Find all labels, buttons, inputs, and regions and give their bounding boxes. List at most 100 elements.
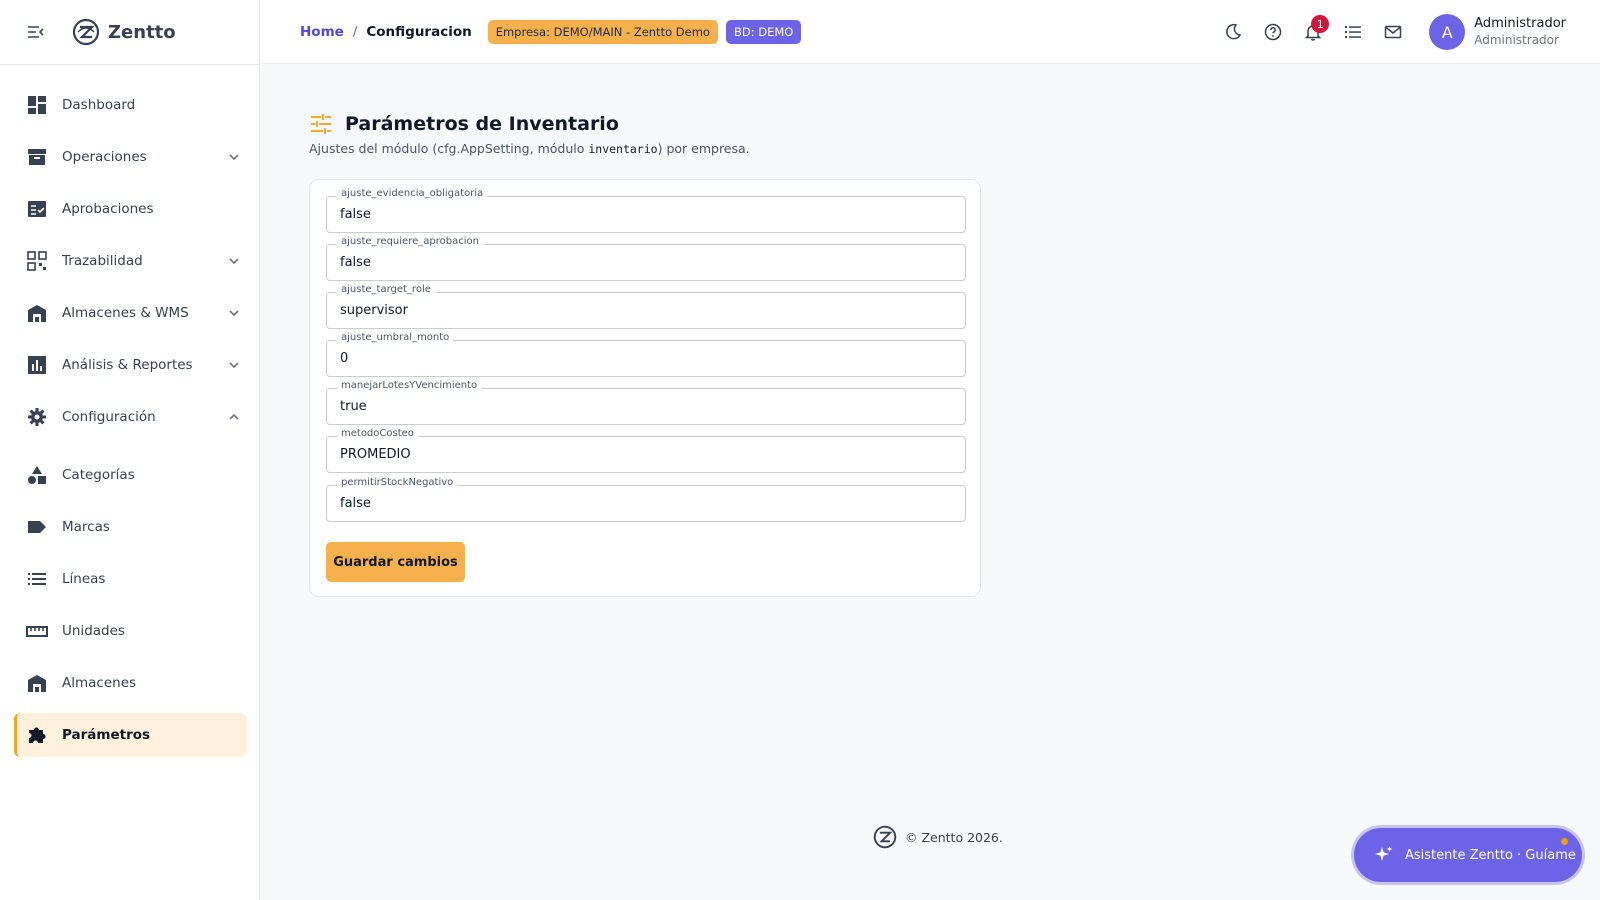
help-icon[interactable] <box>1253 12 1293 52</box>
setting-input-ajuste-target-role[interactable] <box>340 293 950 328</box>
sidebar-item-analisis-reportes[interactable]: Análisis & Reportes <box>14 343 247 387</box>
brand-bar: Zentto <box>0 0 259 65</box>
warehouse-icon <box>26 672 48 694</box>
chevron-down-icon <box>229 258 239 265</box>
assistant-status-dot <box>1561 838 1568 845</box>
sidebar-item-label: Análisis & Reportes <box>62 357 193 373</box>
main-content: Parámetros de Inventario Ajustes del mód… <box>261 65 1600 900</box>
page-title-row: Parámetros de Inventario <box>309 112 619 136</box>
chevron-down-icon <box>229 362 239 369</box>
warehouse-icon <box>26 302 48 324</box>
user-menu[interactable]: A Administrador Administrador <box>1429 14 1566 50</box>
app-name: Zentto <box>108 21 176 43</box>
setting-input-ajuste-umbral-monto[interactable] <box>340 341 950 376</box>
zentto-logo-icon <box>873 825 897 849</box>
user-names: Administrador Administrador <box>1474 16 1566 47</box>
setting-input-ajuste-evidencia-obligatoria[interactable] <box>340 197 950 232</box>
tag-icon <box>26 516 48 538</box>
sidebar-item-label: Categorías <box>62 467 135 483</box>
sidebar-item-label: Configuración <box>62 409 156 425</box>
setting-field: permitirStockNegativo <box>326 477 966 522</box>
sidebar-item-label: Trazabilidad <box>62 253 143 269</box>
collapse-menu-icon[interactable] <box>26 22 46 42</box>
chart-icon <box>26 354 48 376</box>
list-icon <box>26 568 48 590</box>
ruler-icon <box>26 620 48 642</box>
sidebar-item-lineas[interactable]: Líneas <box>14 557 247 601</box>
setting-field: ajuste_target_role <box>326 284 966 329</box>
setting-field: metodoCosteo <box>326 428 966 473</box>
sidebar-item-operaciones[interactable]: Operaciones <box>14 135 247 179</box>
setting-input-permitir-stock-negativo[interactable] <box>340 486 950 521</box>
gear-icon <box>26 406 48 428</box>
sidebar-item-label: Operaciones <box>62 149 147 165</box>
task-list-icon[interactable] <box>1333 12 1373 52</box>
user-name: Administrador <box>1474 16 1566 32</box>
sidebar-item-parametros[interactable]: Parámetros <box>14 713 247 757</box>
tune-sliders-icon <box>311 114 331 134</box>
sidebar-item-almacenes-wms[interactable]: Almacenes & WMS <box>14 291 247 335</box>
zentto-logo-icon <box>72 18 100 46</box>
sidebar-item-aprobaciones[interactable]: Aprobaciones <box>14 187 247 231</box>
chevron-down-icon <box>229 310 239 317</box>
subtitle-module-code: inventario <box>588 142 658 156</box>
setting-field: ajuste_requiere_aprobacion <box>326 236 966 281</box>
user-role: Administrador <box>1474 32 1559 47</box>
sparkle-icon <box>1375 846 1393 861</box>
notifications-bell-icon[interactable]: 1 <box>1293 12 1333 52</box>
sidebar-item-dashboard[interactable]: Dashboard <box>14 83 247 127</box>
sidebar-item-trazabilidad[interactable]: Trazabilidad <box>14 239 247 283</box>
sidebar-item-categorias[interactable]: Categorías <box>14 453 247 497</box>
header-actions: 1 A Administrador Administrador <box>1213 0 1600 64</box>
setting-input-ajuste-requiere-aprobacion[interactable] <box>340 245 950 280</box>
chevron-up-icon <box>229 413 239 420</box>
subtitle-prefix: Ajustes del módulo (cfg.AppSetting, módu… <box>309 141 589 156</box>
breadcrumb-current: Configuracion <box>366 23 472 40</box>
setting-input-metodo-costeo[interactable] <box>340 437 950 472</box>
mail-icon[interactable] <box>1373 12 1413 52</box>
sidebar-item-label: Líneas <box>62 571 106 587</box>
setting-field: ajuste_evidencia_obligatoria <box>326 188 966 233</box>
settings-card: ajuste_evidencia_obligatoria ajuste_requ… <box>309 179 981 597</box>
chevron-down-icon <box>229 154 239 161</box>
empresa-chip[interactable]: Empresa: DEMO/MAIN - Zentto Demo <box>487 19 718 44</box>
shapes-icon <box>26 464 48 486</box>
qr-icon <box>26 250 48 272</box>
setting-field: manejarLotesYVencimiento <box>326 380 966 425</box>
sidebar-item-label: Aprobaciones <box>62 201 154 217</box>
subtitle-suffix: ) por empresa. <box>657 141 750 156</box>
sidebar-item-label: Marcas <box>62 519 110 535</box>
sidebar-item-label: Parámetros <box>62 727 151 743</box>
top-header: Home / Configuracion Empresa: DEMO/MAIN … <box>261 0 1600 64</box>
archive-icon <box>26 146 48 168</box>
sidebar-item-almacenes[interactable]: Almacenes <box>14 661 247 705</box>
assistant-button[interactable]: Asistente Zentto · Guíame <box>1354 828 1582 882</box>
sidebar-item-label: Dashboard <box>62 97 136 113</box>
footer-copyright: © Zentto 2026. <box>905 829 1003 845</box>
notifications-badge: 1 <box>1311 15 1330 33</box>
page-title: Parámetros de Inventario <box>345 113 619 135</box>
breadcrumb-home-link[interactable]: Home <box>300 24 344 40</box>
dashboard-icon <box>26 94 48 116</box>
sidebar-item-label: Almacenes & WMS <box>62 305 189 321</box>
checklist-icon <box>26 198 48 220</box>
page-subtitle: Ajustes del módulo (cfg.AppSetting, módu… <box>309 141 750 156</box>
sidebar-item-configuracion[interactable]: Configuración <box>14 395 247 439</box>
sidebar: Zentto Dashboard Operaciones Aprobacione… <box>0 0 260 900</box>
sidebar-item-unidades[interactable]: Unidades <box>14 609 247 653</box>
setting-input-manejar-lotes-vencimiento[interactable] <box>340 389 950 424</box>
sidebar-item-label: Almacenes <box>62 675 137 691</box>
footer: © Zentto 2026. <box>873 825 1003 849</box>
puzzle-icon <box>26 724 48 746</box>
setting-field: ajuste_umbral_monto <box>326 332 966 377</box>
breadcrumb-separator: / <box>352 23 358 40</box>
avatar: A <box>1429 14 1466 50</box>
sidebar-item-label: Unidades <box>62 623 125 639</box>
save-changes-button[interactable]: Guardar cambios <box>326 542 465 582</box>
database-chip[interactable]: BD: DEMO <box>725 19 802 44</box>
dark-mode-icon[interactable] <box>1213 12 1253 52</box>
sidebar-item-marcas[interactable]: Marcas <box>14 505 247 549</box>
breadcrumb: Home / Configuracion <box>300 24 472 40</box>
assistant-label: Asistente Zentto · Guíame <box>1405 847 1576 863</box>
sidebar-nav: Dashboard Operaciones Aprobaciones Traza… <box>0 65 259 757</box>
